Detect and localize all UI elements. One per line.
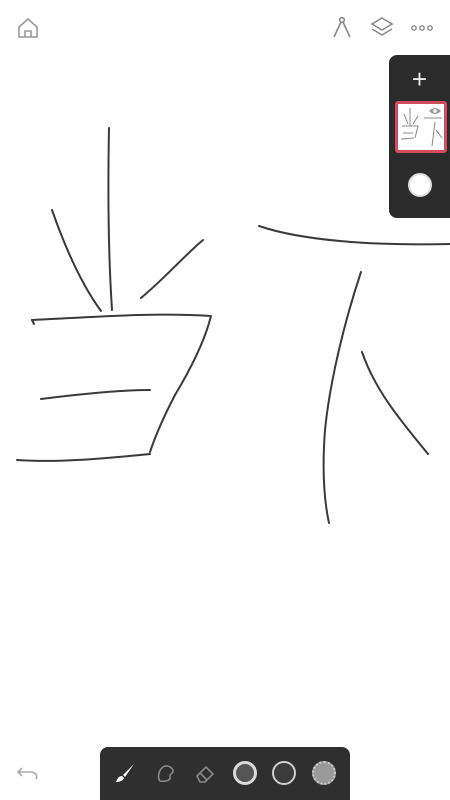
layers-panel: + (389, 55, 450, 218)
add-layer-button[interactable]: + (389, 63, 450, 95)
color-button[interactable] (270, 759, 298, 787)
undo-icon[interactable] (14, 758, 42, 786)
drawing-canvas[interactable] (0, 0, 450, 800)
more-icon[interactable] (408, 14, 436, 42)
color-swatch (272, 761, 296, 785)
opacity-button[interactable] (310, 759, 338, 787)
brush-size-indicator (233, 761, 257, 785)
bottom-toolbar (100, 747, 350, 800)
brush-icon[interactable] (111, 759, 139, 787)
opacity-indicator (312, 761, 336, 785)
home-icon[interactable] (14, 14, 42, 42)
background-layer[interactable] (408, 173, 432, 197)
smudge-icon[interactable] (152, 759, 180, 787)
brush-size-button[interactable] (231, 759, 259, 787)
layers-icon[interactable] (368, 14, 396, 42)
layer-thumbnail-selected[interactable] (395, 101, 447, 153)
ruler-compass-icon[interactable] (328, 14, 356, 42)
eraser-icon[interactable] (191, 759, 219, 787)
eye-icon[interactable] (428, 106, 442, 116)
